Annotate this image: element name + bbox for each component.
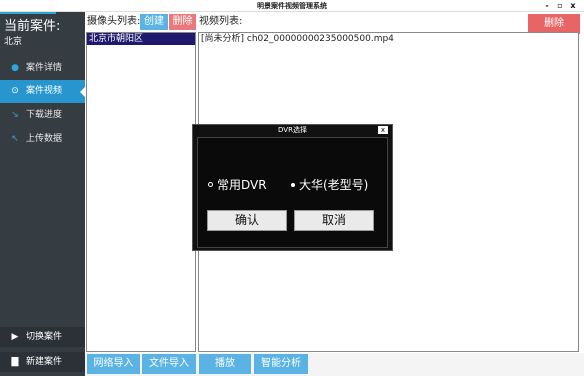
dialog-close-button[interactable]: x [378,126,388,134]
option-dahua-old[interactable]: 大华(老型号) [291,177,368,193]
radio-checked-icon[interactable] [291,182,295,187]
arrow-down-icon: ↘ [11,110,19,120]
new-case-button[interactable]: ▇ 新建案件 [0,352,85,372]
close-button[interactable]: x [567,0,579,12]
create-camera-button[interactable]: 创建 [140,14,168,30]
current-case-title: 当前案件: [4,19,61,34]
play-button[interactable]: 播放 [199,354,251,374]
option-common-dvr[interactable]: 常用DVR [208,177,267,193]
camera-list[interactable]: 北京市朝阳区 [86,32,196,352]
sidebar-item-download-progress[interactable]: ↘ 下载进度 [0,104,85,127]
sidebar-item-label: 上传数据 [26,134,63,144]
sidebar-item-case-videos[interactable]: ⊙ 案件视频 [0,80,85,103]
maximize-button[interactable]: ▫ [554,0,566,12]
sidebar-item-label: 案件视频 [26,86,63,96]
dialog-title: DVR选择 [278,126,307,134]
switch-case-button[interactable]: ▶ 切换案件 [0,327,85,347]
network-import-button[interactable]: 网络导入 [87,354,140,374]
delete-camera-button[interactable]: 删除 [169,14,196,30]
arrow-up-icon: ↖ [11,134,19,144]
radio-unchecked-icon[interactable] [208,182,213,187]
list-item[interactable]: [尚未分析] ch02_00000000235000500.mp4 [199,33,578,46]
current-case-location: 北京 [4,37,23,47]
sidebar-accent-strip [0,12,56,14]
sidebar-item-upload-data[interactable]: ↖ 上传数据 [0,128,85,151]
play-icon: ▶ [11,332,19,342]
camera-list-label: 摄像头列表: [87,16,141,27]
dvr-select-dialog: DVR选择 x 常用DVR 大华(老型号) 确认 取消 [192,124,393,251]
sidebar-item-case-details[interactable]: ● 案件详情 [0,57,85,80]
smart-analysis-button[interactable]: 智能分析 [254,354,308,374]
document-icon: ▇ [11,357,19,367]
title-bar: 明景案件视频管理系统 - ▫ x [0,0,584,12]
cancel-button[interactable]: 取消 [294,210,374,231]
sidebar-item-label: 案件详情 [26,63,63,73]
sidebar-item-label: 下载进度 [26,110,63,120]
window-title: 明景案件视频管理系统 [257,2,327,10]
option-dahua-old-label: 大华(老型号) [299,178,369,192]
play-circle-icon: ⊙ [11,86,19,96]
pin-icon: ● [11,63,19,73]
confirm-button[interactable]: 确认 [207,210,287,231]
list-item[interactable]: 北京市朝阳区 [87,33,195,45]
minimize-button[interactable]: - [541,0,553,12]
sidebar: 当前案件: 北京 ● 案件详情 ⊙ 案件视频 ↘ 下载进度 ↖ 上传数据 ▶ 切… [0,12,85,376]
switch-case-label: 切换案件 [26,332,63,342]
delete-video-button[interactable]: 删除 [528,14,580,34]
dialog-body: 常用DVR 大华(老型号) 确认 取消 [197,137,388,248]
option-common-dvr-label: 常用DVR [217,178,267,192]
file-import-button[interactable]: 文件导入 [142,354,196,374]
video-list-label: 视频列表: [199,16,243,27]
new-case-label: 新建案件 [26,357,63,367]
